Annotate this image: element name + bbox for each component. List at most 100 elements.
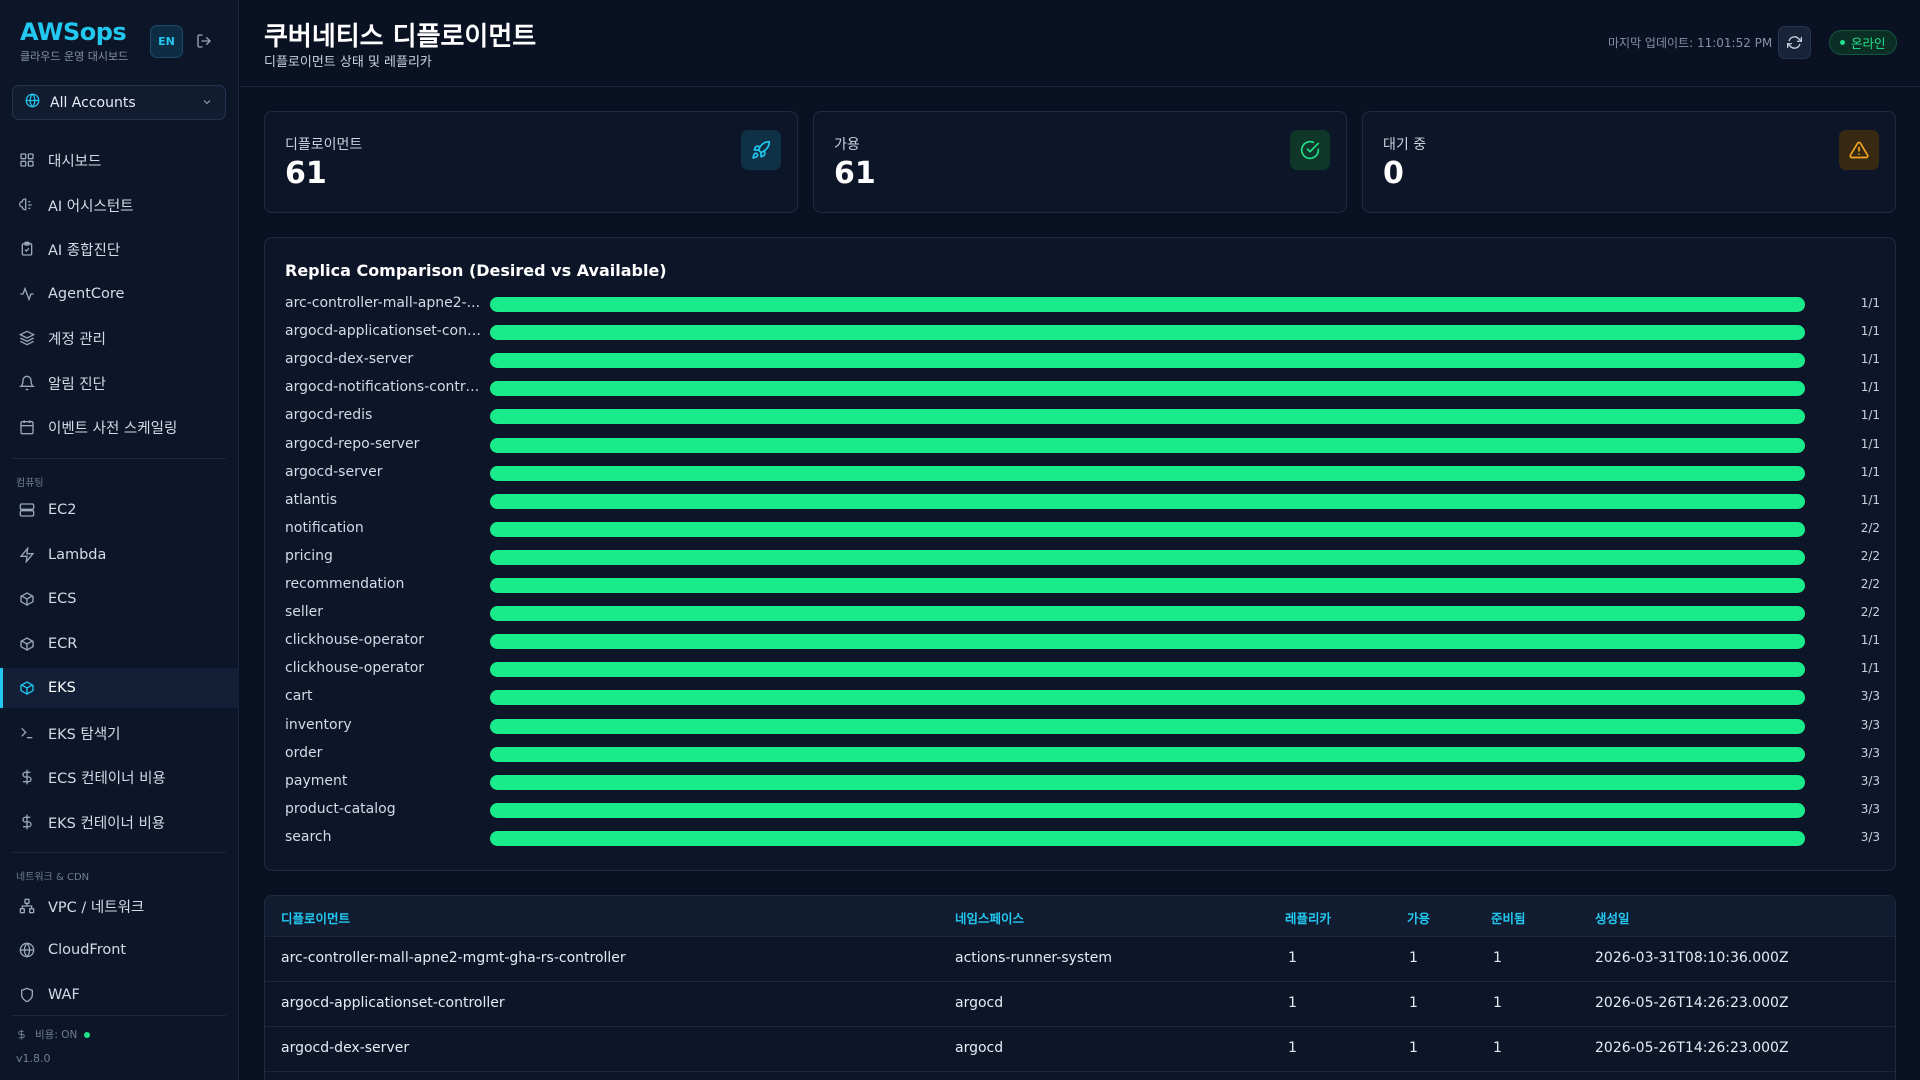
- chart-bar-track: [490, 549, 1805, 565]
- activity-icon: [18, 285, 36, 303]
- sidebar-item-ecs-cost[interactable]: ECS 컨테이너 비용: [0, 757, 239, 797]
- sidebar-item-label: 알림 진단: [48, 376, 106, 393]
- sidebar-item-label: ECS: [48, 591, 77, 607]
- table-row[interactable]: arc-controller-mall-apne2-mgmt-gha-rs-co…: [265, 936, 1895, 981]
- chevron-down-icon: [201, 93, 213, 112]
- chart-bar: [490, 578, 1805, 593]
- column-header-deployment[interactable]: 디플로이먼트: [281, 908, 350, 927]
- sidebar-divider: [12, 458, 226, 459]
- deployments-table: 디플로이먼트 네임스페이스 레플리카 가용 준비됨 생성일 arc-contro…: [264, 895, 1896, 1080]
- table-row[interactable]: [265, 1071, 1895, 1080]
- status-dot: [84, 1031, 91, 1038]
- chart-bar: [490, 802, 1805, 818]
- chart-category-label: recommendation: [285, 576, 405, 592]
- stat-label: 가용: [834, 137, 860, 153]
- chart-data-label: 1/1: [1860, 436, 1880, 451]
- chart-data-label: 3/3: [1860, 829, 1880, 844]
- sidebar-item-accounts[interactable]: 계정 관리: [0, 318, 239, 358]
- status-badge: 온라인: [1829, 30, 1897, 55]
- cell-created: 2026-05-26T14:26:23.000Z: [1595, 1040, 1789, 1056]
- chart-bar-track: [490, 746, 1805, 762]
- chart-category-label: atlantis: [285, 491, 338, 508]
- chart-bar-track: [490, 774, 1805, 790]
- chart-bar: [490, 690, 1805, 706]
- sidebar-item-label: Lambda: [48, 547, 107, 563]
- sidebar-item-agentcore[interactable]: AgentCore: [0, 274, 239, 314]
- chart-bar-row: notification 2/2: [265, 515, 1897, 543]
- bolt-icon: [18, 546, 36, 564]
- chart-bar: [490, 381, 1805, 397]
- sidebar-item-vpc[interactable]: VPC / 네트워크: [0, 886, 239, 926]
- replica-comparison-chart: Replica Comparison (Desired vs Available…: [264, 237, 1896, 871]
- sidebar-item-label: ECS 컨테이너 비용: [48, 770, 166, 787]
- stat-label: 대기 중: [1383, 137, 1427, 153]
- chart-bar-track: [490, 634, 1805, 650]
- chart-bar: [490, 465, 1805, 481]
- cell-available: 1: [1409, 1040, 1418, 1056]
- chart-data-label: 3/3: [1860, 689, 1880, 704]
- cell-ready: 1: [1493, 1040, 1502, 1056]
- chart-bar-row: search 3/3: [265, 824, 1897, 852]
- chart-category-label: order: [285, 744, 323, 761]
- chart-bar-row: argocd-notifications-contro... 1/1: [265, 374, 1897, 402]
- chart-category-label: argocd-server: [285, 463, 383, 480]
- grid-icon: [18, 151, 36, 169]
- sidebar-item-ec2[interactable]: EC2: [0, 490, 239, 530]
- column-header-namespace[interactable]: 네임스페이스: [955, 908, 1024, 927]
- sidebar-item-eks[interactable]: EKS: [0, 668, 239, 708]
- chart-bar: [490, 493, 1805, 509]
- sidebar-footer: 비용: ON v1.8.0: [16, 1027, 91, 1065]
- logout-icon[interactable]: [193, 30, 215, 52]
- last-updated-text: 마지막 업데이트: 11:01:52 PM: [1608, 36, 1773, 50]
- sidebar-item-cloudfront[interactable]: CloudFront: [0, 930, 239, 970]
- column-header-created[interactable]: 생성일: [1595, 908, 1630, 927]
- sidebar-item-lambda[interactable]: Lambda: [0, 535, 239, 575]
- sidebar-section-compute: 컴퓨팅: [16, 478, 44, 489]
- chart-bar-row: recommendation 2/2: [265, 571, 1897, 599]
- language-toggle-button[interactable]: EN: [150, 25, 183, 58]
- chart-data-label: 1/1: [1860, 352, 1880, 367]
- sidebar-item-ai-diagnosis[interactable]: AI 종합진단: [0, 229, 239, 269]
- globe-icon: [18, 941, 36, 959]
- sidebar-item-waf[interactable]: WAF: [0, 975, 239, 1015]
- cell-namespace: argocd: [955, 1040, 1004, 1056]
- chart-category-label: product-catalog: [285, 800, 396, 817]
- cell-available: 1: [1409, 995, 1418, 1011]
- chart-bar-track: [490, 662, 1805, 678]
- chart-bar-track: [490, 830, 1805, 846]
- stat-value: 0: [1383, 156, 1404, 191]
- chart-bar-track: [490, 578, 1805, 593]
- sidebar-item-event-scaling[interactable]: 이벤트 사전 스케일링: [0, 407, 239, 447]
- chart-data-label: 2/2: [1860, 577, 1880, 591]
- sidebar-item-label: EKS 탐색기: [48, 726, 121, 743]
- sidebar-item-dashboard[interactable]: 대시보드: [0, 140, 239, 180]
- sidebar-item-ecr[interactable]: ECR: [0, 624, 239, 664]
- stat-label: 디플로이먼트: [285, 137, 363, 153]
- account-select[interactable]: All Accounts: [12, 85, 226, 120]
- chart-category-label: inventory: [285, 716, 352, 733]
- column-header-available[interactable]: 가용: [1407, 908, 1430, 927]
- check-circle-icon: [1290, 130, 1330, 170]
- table-row[interactable]: argocd-applicationset-controller argocd …: [265, 981, 1895, 1026]
- column-header-replicas[interactable]: 레플리카: [1285, 908, 1331, 927]
- chart-data-label: 1/1: [1860, 464, 1880, 479]
- chart-bar-row: argocd-server 1/1: [265, 459, 1897, 487]
- column-header-ready[interactable]: 준비됨: [1491, 908, 1526, 927]
- stat-card-pending: 대기 중 0: [1362, 111, 1896, 213]
- chart-category-label: arc-controller-mall-apne2-...: [285, 295, 481, 311]
- chart-bar-track: [490, 606, 1805, 622]
- chart-data-label: 2/2: [1860, 520, 1880, 535]
- chart-category-label: cart: [285, 688, 313, 705]
- sidebar-item-alerts[interactable]: 알림 진단: [0, 363, 239, 403]
- table-row[interactable]: argocd-dex-server argocd 1 1 1 2026-05-2…: [265, 1026, 1895, 1071]
- chart-bar-row: argocd-applicationset-cont... 1/1: [265, 318, 1897, 346]
- chart-data-label: 3/3: [1860, 773, 1880, 788]
- sidebar-item-ai-assistant[interactable]: AI 어시스턴트: [0, 185, 239, 225]
- sidebar-item-ecs[interactable]: ECS: [0, 579, 239, 619]
- chart-data-label: 3/3: [1860, 717, 1880, 732]
- chart-bar-row: argocd-dex-server 1/1: [265, 346, 1897, 374]
- sidebar-item-eks-explorer[interactable]: EKS 탐색기: [0, 713, 239, 753]
- sidebar-item-label: AI 종합진단: [48, 242, 121, 259]
- refresh-button[interactable]: [1778, 26, 1811, 59]
- sidebar-item-eks-cost[interactable]: EKS 컨테이너 비용: [0, 802, 239, 842]
